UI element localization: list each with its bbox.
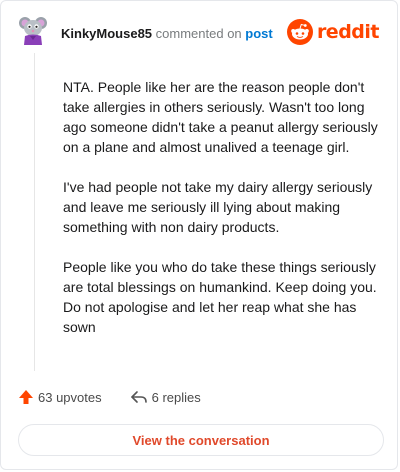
reply-count: 6 replies [151, 389, 201, 405]
comment-paragraph: I've had people not take my dairy allerg… [63, 179, 373, 235]
view-conversation-button[interactable]: View the conversation [18, 424, 384, 456]
upvote-count: 63 upvotes [38, 389, 102, 405]
reddit-wordmark: reddit [316, 21, 380, 43]
comment-body: NTA. People like her are the reason peop… [63, 77, 381, 357]
mouse-avatar-icon [19, 17, 47, 45]
username[interactable]: KinkyMouse85 [61, 26, 152, 41]
comment-card: KinkyMouse85 commented on post reddit NT… [0, 0, 398, 470]
upvote-button[interactable]: 63 upvotes [18, 389, 102, 405]
upvote-arrow-icon [19, 390, 33, 404]
comment-paragraph: NTA. People like her are the reason peop… [63, 79, 378, 155]
reddit-logo[interactable]: reddit [286, 19, 380, 45]
reddit-snoo-icon [286, 19, 313, 45]
thread-line[interactable] [34, 53, 35, 371]
comment-header: KinkyMouse85 commented on post [61, 25, 273, 43]
post-link[interactable]: post [245, 26, 272, 41]
reply-icon [130, 391, 147, 403]
comment-actions: 63 upvotes 6 replies [18, 389, 201, 405]
comment-paragraph: People like you who do take these things… [63, 259, 377, 335]
replies-button[interactable]: 6 replies [130, 389, 201, 405]
comment-verb: commented on [155, 26, 242, 41]
avatar[interactable] [18, 15, 48, 45]
